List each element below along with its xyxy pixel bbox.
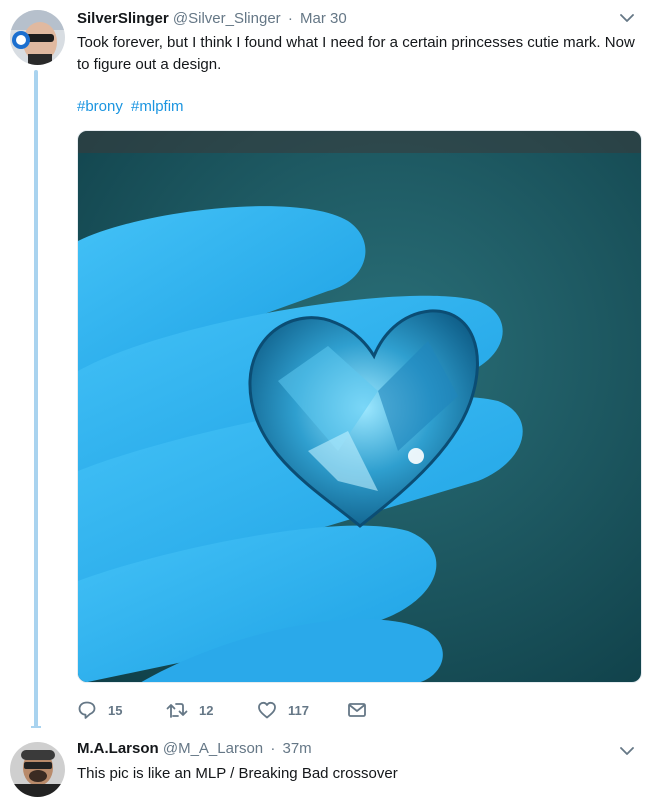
tweet-header: M.A.Larson @M_A_Larson · 37m [77, 739, 312, 759]
retweet-count: 12 [199, 702, 214, 718]
direct-message-button[interactable] [347, 700, 367, 720]
avatar-image [10, 10, 65, 65]
tweet-text: Took forever, but I think I found what I… [77, 34, 635, 73]
reply-button[interactable]: 15 [77, 700, 122, 720]
hashtags: #brony #mlpfim [77, 97, 188, 117]
user-handle[interactable]: @M_A_Larson [163, 740, 263, 757]
tweet[interactable]: M.A.Larson @M_A_Larson · 37m This pic is… [0, 735, 652, 801]
timestamp[interactable]: Mar 30 [300, 10, 347, 27]
timestamp[interactable]: 37m [282, 740, 311, 757]
tweet-text: This pic is like an MLP / Breaking Bad c… [77, 765, 398, 782]
display-name[interactable]: SilverSlinger [77, 10, 169, 27]
heart-icon [258, 701, 276, 719]
separator: · [270, 740, 276, 757]
user-handle[interactable]: @Silver_Slinger [173, 10, 281, 27]
avatar[interactable] [10, 10, 65, 65]
like-button[interactable]: 117 [257, 700, 309, 720]
thread-line-end [31, 726, 41, 728]
reply-count: 15 [108, 702, 123, 718]
like-count: 117 [288, 702, 309, 718]
retweet-icon [166, 703, 188, 718]
avatar[interactable] [10, 742, 65, 797]
avatar-image [10, 742, 65, 797]
tweet-header: SilverSlinger @Silver_Slinger · Mar 30 [77, 9, 347, 29]
thread-line [34, 70, 38, 728]
photo-image [78, 131, 641, 682]
chevron-down-icon[interactable] [620, 746, 634, 756]
hashtag-link[interactable]: #mlpfim [131, 98, 184, 115]
separator: · [287, 10, 293, 27]
retweet-button[interactable]: 12 [166, 700, 213, 720]
reply-icon [78, 701, 96, 719]
envelope-icon [348, 703, 366, 717]
display-name[interactable]: M.A.Larson [77, 740, 159, 757]
tweet-photo[interactable] [77, 130, 642, 683]
chevron-down-icon[interactable] [620, 13, 634, 23]
tweet[interactable]: SilverSlinger @Silver_Slinger · Mar 30 T… [0, 0, 652, 735]
hashtag-link[interactable]: #brony [77, 98, 123, 115]
